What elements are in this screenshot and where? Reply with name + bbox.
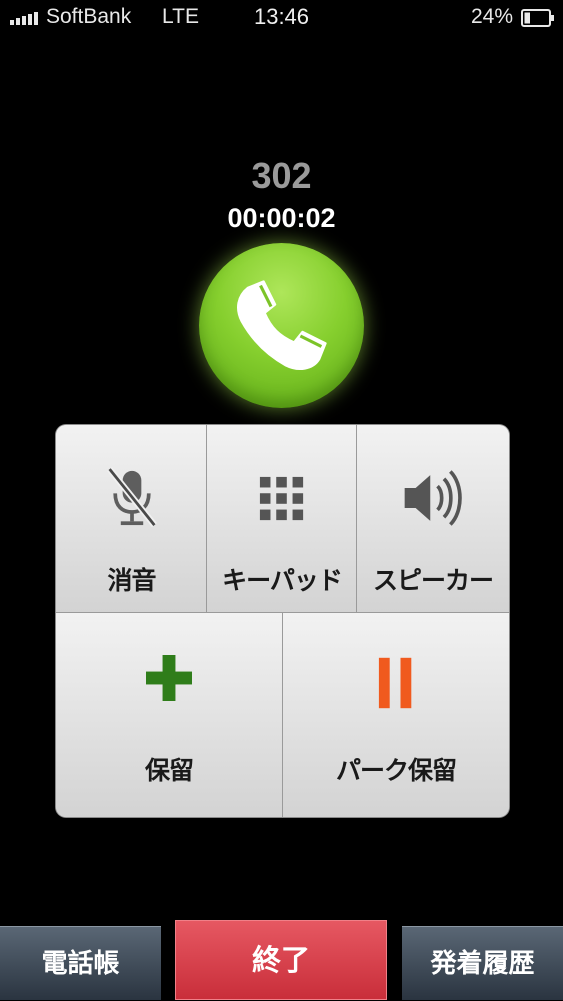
mic-off-icon: [106, 467, 157, 528]
pause-icon: [378, 657, 412, 709]
keypad-grid-icon: [259, 476, 304, 521]
park-hold-button[interactable]: パーク保留: [283, 613, 509, 817]
battery-icon: [521, 9, 554, 27]
speaker-icon: [404, 470, 462, 526]
call-history-button[interactable]: 発着履歴: [402, 926, 563, 1000]
keypad-button[interactable]: キーパッド: [207, 425, 357, 612]
hold-button[interactable]: 保留: [56, 613, 282, 817]
call-control-panel: 消音 キーパッド スピーカー 保留 パーク保留: [56, 425, 509, 817]
contacts-button[interactable]: 電話帳: [0, 926, 161, 1000]
speaker-label: スピーカー: [372, 566, 494, 595]
speaker-button[interactable]: スピーカー: [357, 425, 509, 612]
panel-divider: [282, 613, 283, 817]
plus-icon: [146, 655, 192, 701]
keypad-label: キーパッド: [222, 566, 343, 595]
caller-number: 302: [251, 155, 312, 196]
active-call-badge: [199, 243, 364, 408]
hold-label: 保留: [144, 756, 194, 785]
mute-label: 消音: [107, 566, 156, 595]
end-call-button[interactable]: 終了: [175, 920, 387, 1000]
panel-divider: [356, 425, 357, 612]
park-hold-label: パーク保留: [335, 756, 457, 785]
call-duration: 00:00:02: [227, 203, 336, 233]
status-bar: SoftBank LTE 13:46 24%: [0, 0, 563, 36]
bottom-action-bar: 電話帳 終了 発着履歴: [0, 920, 563, 1000]
phone-handset-icon: [237, 280, 327, 370]
mute-button[interactable]: 消音: [56, 425, 207, 612]
panel-divider: [206, 425, 207, 612]
battery-percentage: 24%: [470, 5, 513, 28]
